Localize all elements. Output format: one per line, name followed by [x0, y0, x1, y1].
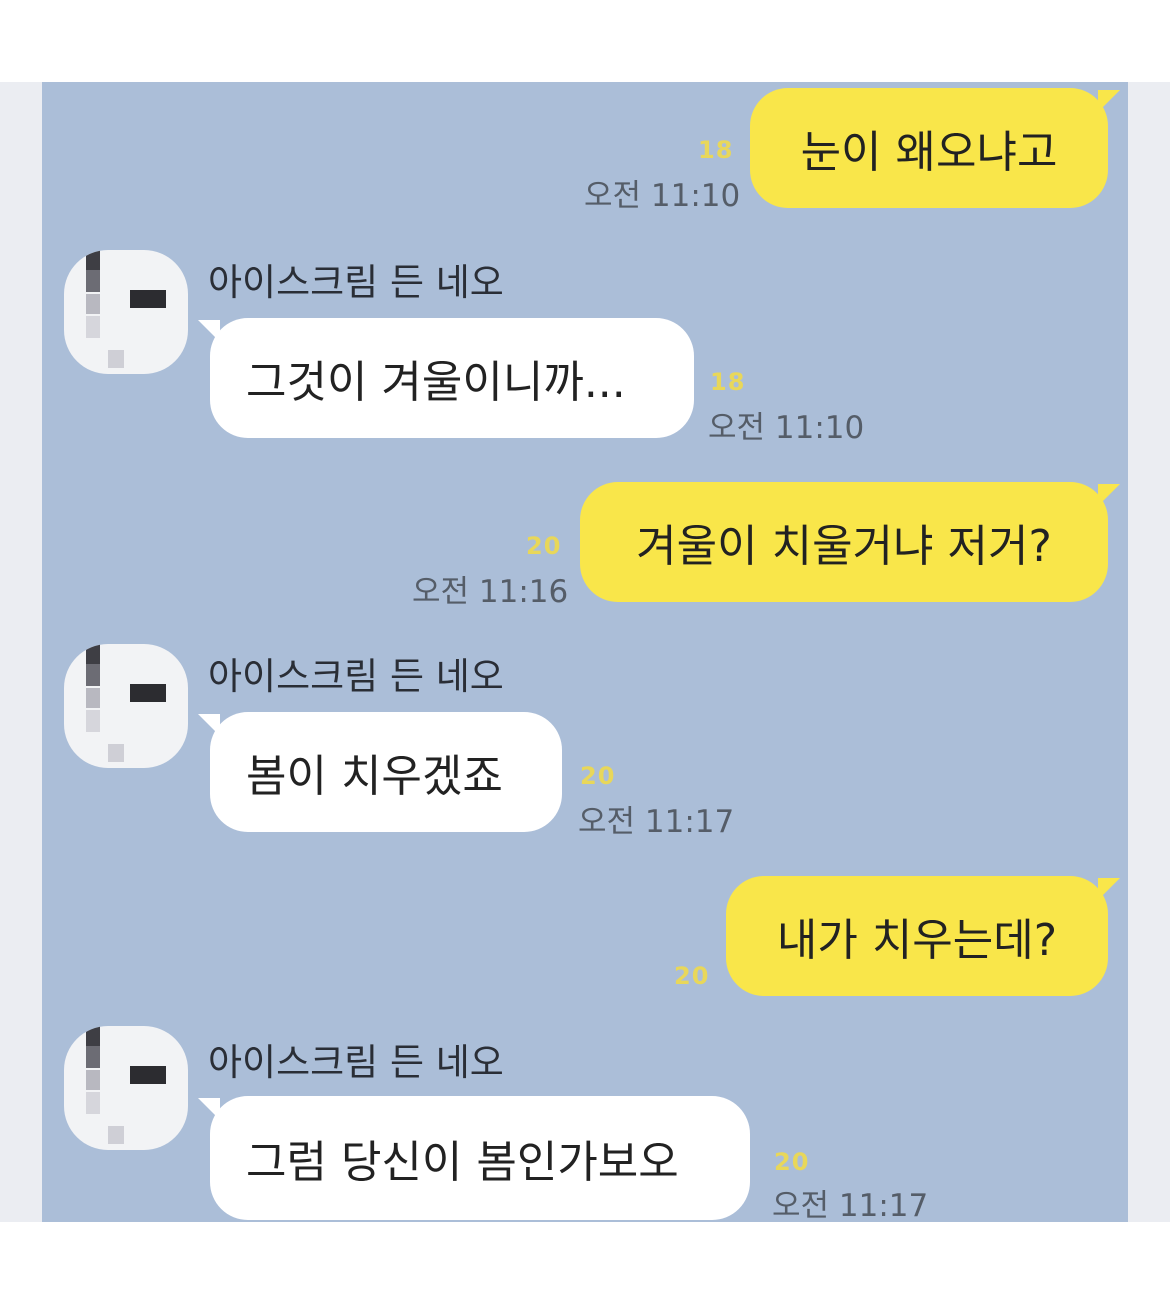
avatar-pixel — [108, 1126, 124, 1144]
chat-room[interactable]: 눈이 왜오냐고 18 오전 11:10 아이스크림 든 네오 그것이 겨울이니까… — [42, 82, 1128, 1222]
avatar-pixel — [130, 684, 166, 702]
message-text: 내가 치우는데? — [776, 915, 1058, 966]
avatar-pixel — [86, 1046, 100, 1068]
avatar-pixel — [130, 290, 166, 308]
message-text: 봄이 치우겠죠 — [246, 751, 503, 802]
bubble-tail — [198, 714, 220, 736]
message-bubble[interactable]: 내가 치우는데? — [726, 876, 1108, 996]
avatar-pixel — [86, 294, 100, 314]
message-bubble[interactable]: 그것이 겨울이니까... — [210, 318, 694, 438]
profile-avatar[interactable] — [64, 644, 188, 768]
message-bubble[interactable]: 눈이 왜오냐고 — [750, 88, 1108, 208]
bubble-tail — [198, 1098, 220, 1120]
unread-count: 20 — [580, 762, 616, 790]
message-time: 오전 11:17 — [578, 804, 735, 840]
avatar-pixel — [130, 1066, 166, 1084]
sender-name: 아이스크림 든 네오 — [208, 261, 504, 304]
message-text: 눈이 왜오냐고 — [800, 127, 1058, 178]
profile-avatar[interactable] — [64, 250, 188, 374]
sender-name: 아이스크림 든 네오 — [208, 655, 504, 698]
unread-count: 18 — [710, 368, 746, 396]
message-time: 오전 11:10 — [708, 410, 865, 446]
message-time: 오전 11:10 — [584, 178, 741, 214]
bubble-tail — [1098, 484, 1120, 506]
right-margin — [1128, 82, 1170, 1222]
avatar-pixel — [86, 1092, 100, 1114]
profile-avatar[interactable] — [64, 1026, 188, 1150]
avatar-pixel — [86, 664, 100, 686]
avatar-pixel — [108, 350, 124, 368]
avatar-pixel — [86, 1070, 100, 1090]
avatar-pixel — [86, 1026, 100, 1046]
avatar-pixel — [86, 250, 100, 270]
message-text: 그것이 겨울이니까... — [246, 357, 626, 408]
message-bubble[interactable]: 겨울이 치울거냐 저거? — [580, 482, 1108, 602]
avatar-pixel — [86, 270, 100, 292]
unread-count: 20 — [526, 532, 562, 560]
unread-count: 18 — [698, 136, 734, 164]
sender-name: 아이스크림 든 네오 — [208, 1041, 504, 1084]
message-text: 그럼 당신이 봄인가보오 — [246, 1137, 679, 1188]
avatar-pixel — [108, 744, 124, 762]
unread-count: 20 — [774, 1148, 810, 1176]
avatar-pixel — [86, 688, 100, 708]
left-margin — [0, 82, 42, 1222]
message-bubble[interactable]: 그럼 당신이 봄인가보오 — [210, 1096, 750, 1220]
message-time: 오전 11:17 — [772, 1188, 929, 1222]
avatar-pixel — [86, 644, 100, 664]
message-bubble[interactable]: 봄이 치우겠죠 — [210, 712, 562, 832]
bubble-tail — [1098, 878, 1120, 900]
message-text: 겨울이 치울거냐 저거? — [636, 521, 1052, 572]
unread-count: 20 — [674, 962, 710, 990]
avatar-pixel — [86, 710, 100, 732]
bubble-tail — [198, 320, 220, 342]
avatar-pixel — [86, 316, 100, 338]
bubble-tail — [1098, 90, 1120, 112]
message-time: 오전 11:16 — [412, 574, 569, 610]
